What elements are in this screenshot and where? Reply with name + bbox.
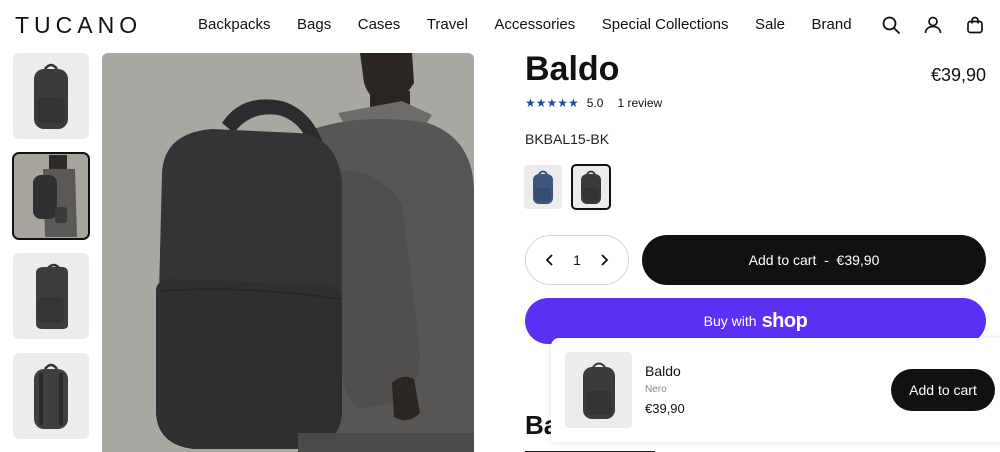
review-count-link[interactable]: 1 review (617, 96, 662, 110)
swatch-blue[interactable] (524, 165, 562, 209)
quantity-stepper: 1 (525, 235, 629, 285)
thumbnail-gallery (12, 53, 90, 452)
thumbnail-front[interactable] (13, 53, 89, 139)
brand-logo[interactable]: TUCANO (15, 12, 142, 39)
increase-quantity-chevron-right-icon[interactable] (598, 253, 612, 267)
cart-bag-icon[interactable] (964, 14, 986, 36)
nav-item-bags[interactable]: Bags (297, 16, 331, 33)
model-wearing-backpack-image (102, 53, 474, 452)
rating-value: 5.0 (586, 96, 604, 110)
decrease-quantity-chevron-left-icon[interactable] (542, 253, 556, 267)
backpack-back-image (34, 363, 68, 429)
account-icon[interactable] (922, 14, 944, 36)
main-nav: Backpacks Bags Cases Travel Accessories … (198, 16, 878, 33)
color-swatches (524, 164, 620, 210)
rating-stars-icon: ★★★★★ (525, 96, 579, 110)
backpack-black-image (581, 170, 601, 204)
add-to-cart-button[interactable]: Add to cart - €39,90 (642, 235, 986, 285)
backpack-blue-image (533, 170, 553, 204)
sticky-cart-bar: Baldo Nero €39,90 Add to cart (551, 338, 1000, 442)
product-sku: BKBAL15-BK (525, 131, 610, 147)
header-icons (860, 14, 986, 36)
search-icon[interactable] (880, 14, 902, 36)
add-to-cart-label: Add to cart - €39,90 (748, 252, 880, 268)
nav-item-sale[interactable]: Sale (755, 16, 785, 33)
nav-item-cases[interactable]: Cases (358, 16, 401, 33)
model-with-backpack-image (15, 155, 87, 237)
main-product-image[interactable] (102, 53, 474, 452)
nav-item-accessories[interactable]: Accessories (494, 16, 575, 33)
sticky-product-price: €39,90 (645, 401, 685, 416)
backpack-front-image (34, 63, 68, 129)
description-subheading-partial (525, 444, 665, 452)
backpack-small-image (582, 362, 615, 419)
backpack-angle-image (36, 263, 68, 329)
product-rating: ★★★★★ 5.0 1 review (525, 96, 662, 110)
sticky-add-to-cart-button[interactable]: Add to cart (891, 369, 995, 411)
thumbnail-back[interactable] (13, 353, 89, 439)
shop-logo: shop (761, 309, 808, 332)
sticky-product-thumbnail (565, 352, 632, 428)
nav-item-special-collections[interactable]: Special Collections (602, 16, 729, 33)
product-price: €39,90 (930, 65, 986, 85)
nav-item-travel[interactable]: Travel (427, 16, 468, 33)
thumbnail-angle[interactable] (13, 253, 89, 339)
nav-item-brand[interactable]: Brand (812, 16, 852, 33)
swatch-black[interactable] (571, 164, 611, 210)
sticky-product-variant: Nero (645, 384, 667, 395)
quantity-value[interactable]: 1 (573, 252, 581, 268)
product-title: Baldo (525, 50, 620, 88)
buy-with-label: Buy with (703, 313, 757, 329)
sticky-product-name: Baldo (645, 363, 681, 379)
site-header: TUCANO Backpacks Bags Cases Travel Acces… (0, 0, 1000, 50)
nav-item-backpacks[interactable]: Backpacks (198, 16, 271, 33)
thumbnail-model-side[interactable] (12, 152, 90, 240)
